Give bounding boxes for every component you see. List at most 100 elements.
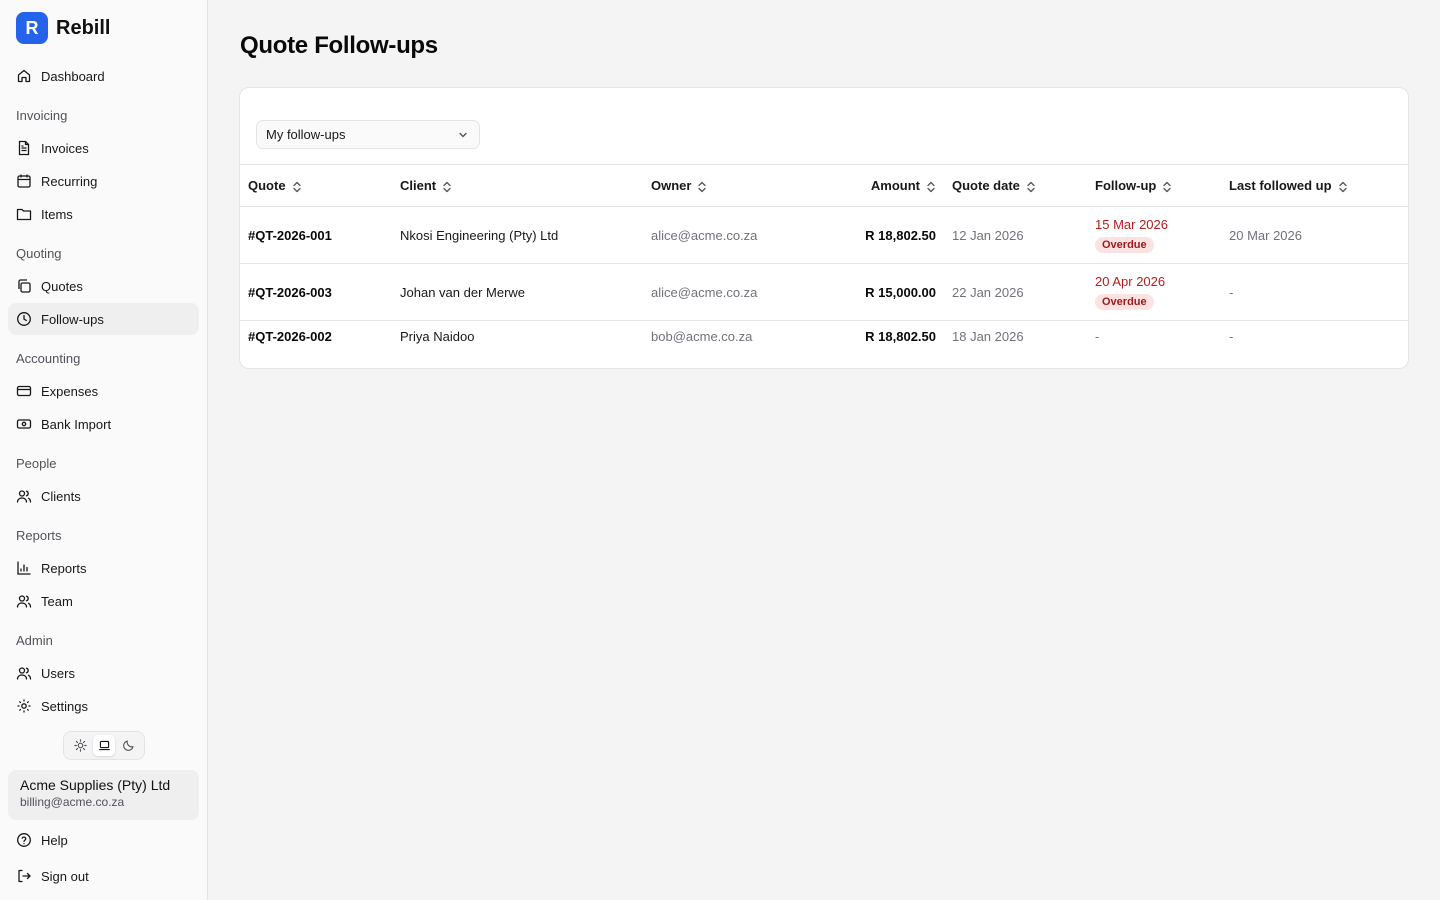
section-label-admin: Admin (16, 633, 53, 648)
owner-email: alice@acme.co.za (643, 263, 818, 321)
sidebar-item-team[interactable]: Team (8, 585, 199, 617)
owner-email: alice@acme.co.za (643, 206, 818, 264)
section-label-invoicing: Invoicing (16, 108, 68, 123)
sidebar-item-recurring[interactable]: Recurring (8, 165, 199, 197)
sidebar-item-label: Settings (41, 698, 88, 714)
sidebar-item-label: Help (41, 832, 68, 848)
section-label-people: People (16, 456, 57, 471)
followup-cell: 20 Apr 2026 Overdue (1087, 263, 1221, 321)
theme-light-button[interactable] (69, 735, 91, 756)
banknote-icon (16, 419, 32, 429)
theme-toggle (63, 731, 145, 760)
client-name: Nkosi Engineering (Pty) Ltd (392, 206, 643, 264)
followup-date: 20 Apr 2026 (1095, 274, 1166, 289)
overdue-badge: Overdue (1095, 237, 1154, 253)
sidebar-item-items[interactable]: Items (8, 198, 199, 230)
column-header-client[interactable]: Client (392, 164, 643, 207)
sort-icon (292, 181, 301, 192)
sidebar-item-reports[interactable]: Reports (8, 552, 199, 584)
quote-number[interactable]: #QT-2026-003 (240, 263, 392, 321)
users-icon (16, 595, 32, 608)
last-followed-date: 20 Mar 2026 (1221, 206, 1408, 264)
users-icon (16, 490, 32, 503)
quote-amount: R 18,802.50 (865, 329, 936, 344)
chevron-down-icon (459, 132, 467, 137)
column-header-last-followed[interactable]: Last followed up (1221, 164, 1408, 207)
followup-date: 15 Mar 2026 (1095, 217, 1168, 232)
column-header-quote[interactable]: Quote (240, 164, 392, 207)
sidebar: R Rebill Dashboard Invoicing Invoices Re… (0, 0, 208, 900)
followups-card: My follow-ups Quote Client Owner Amount … (239, 87, 1409, 369)
help-link[interactable]: Help (8, 824, 199, 856)
sidebar-item-label: Clients (41, 488, 81, 504)
account-name: Acme Supplies (Pty) Ltd (20, 777, 171, 793)
followup-cell: 15 Mar 2026 Overdue (1087, 206, 1221, 264)
sort-icon (927, 181, 935, 192)
quote-date: 12 Jan 2026 (944, 206, 1087, 264)
sidebar-item-settings[interactable]: Settings (8, 690, 199, 722)
help-circle-icon (17, 833, 31, 847)
table-row[interactable]: #QT-2026-002 Priya Naidoo bob@acme.co.za… (240, 321, 1408, 351)
sidebar-item-label: Quotes (41, 278, 83, 294)
quote-number[interactable]: #QT-2026-002 (240, 321, 392, 351)
client-name: Priya Naidoo (400, 329, 475, 344)
sidebar-item-dashboard[interactable]: Dashboard (8, 60, 199, 92)
sidebar-item-label: Reports (41, 560, 87, 576)
sidebar-item-quotes[interactable]: Quotes (8, 270, 199, 302)
sidebar-item-clients[interactable]: Clients (8, 480, 199, 512)
sun-icon (73, 739, 87, 752)
sidebar-item-label: Recurring (41, 173, 98, 189)
sidebar-item-label: Items (41, 206, 73, 222)
theme-system-button[interactable] (93, 735, 115, 756)
sort-icon (1027, 181, 1035, 192)
sidebar-item-label: Team (41, 593, 73, 609)
table-row[interactable]: #QT-2026-001 Nkosi Engineering (Pty) Ltd… (240, 206, 1408, 264)
table-row[interactable]: #QT-2026-003 Johan van der Merwe alice@a… (240, 263, 1408, 321)
brand-name: Rebill (56, 16, 111, 39)
gear-icon (17, 699, 31, 713)
column-header-owner[interactable]: Owner (643, 164, 818, 207)
last-followed-date: - (1221, 263, 1408, 321)
brand-logo: R (16, 12, 48, 44)
sidebar-item-label: Invoices (41, 140, 89, 156)
account-card[interactable]: Acme Supplies (Pty) Ltd billing@acme.co.… (8, 770, 199, 820)
sort-icon (1338, 181, 1347, 192)
calendar-icon (17, 174, 31, 188)
laptop-icon (98, 740, 110, 751)
clock-icon (17, 312, 31, 326)
column-header-quote-date[interactable]: Quote date (944, 164, 1087, 207)
section-label-accounting: Accounting (16, 351, 81, 366)
account-email: billing@acme.co.za (20, 795, 125, 809)
sidebar-item-label: Sign out (41, 868, 89, 884)
sidebar-item-followups[interactable]: Follow-ups (8, 303, 199, 335)
bar-chart-icon (17, 561, 31, 575)
sign-out-button[interactable]: Sign out (8, 860, 199, 892)
sidebar-item-bank-import[interactable]: Bank Import (8, 408, 199, 440)
theme-dark-button[interactable] (117, 735, 139, 756)
file-text-icon (18, 140, 30, 156)
sidebar-item-label: Expenses (41, 383, 99, 399)
sidebar-item-users[interactable]: Users (8, 657, 199, 689)
client-name: Johan van der Merwe (392, 263, 643, 321)
quote-number[interactable]: #QT-2026-001 (240, 206, 392, 264)
sort-icon (698, 181, 707, 192)
moon-icon (122, 740, 134, 751)
page-title: Quote Follow-ups (240, 32, 438, 59)
credit-card-icon (16, 385, 32, 397)
sidebar-item-expenses[interactable]: Expenses (8, 375, 199, 407)
sort-icon (1163, 181, 1172, 192)
quote-amount: R 18,802.50 (818, 206, 944, 264)
brand[interactable]: R Rebill (16, 12, 110, 44)
followup-date: - (1095, 329, 1100, 344)
table-header-row: Quote Client Owner Amount Quote date Fol… (240, 164, 1408, 207)
sidebar-item-label: Follow-ups (41, 311, 104, 327)
sidebar-item-invoices[interactable]: Invoices (8, 132, 199, 164)
column-header-followup[interactable]: Follow-up (1087, 164, 1221, 207)
owner-filter-select[interactable]: My follow-ups (256, 120, 480, 149)
quote-date: 18 Jan 2026 (952, 329, 1024, 344)
column-header-amount[interactable]: Amount (818, 164, 944, 207)
owner-email: bob@acme.co.za (651, 329, 753, 344)
users-icon (16, 667, 32, 680)
home-icon (17, 69, 31, 83)
log-out-icon (18, 869, 31, 883)
